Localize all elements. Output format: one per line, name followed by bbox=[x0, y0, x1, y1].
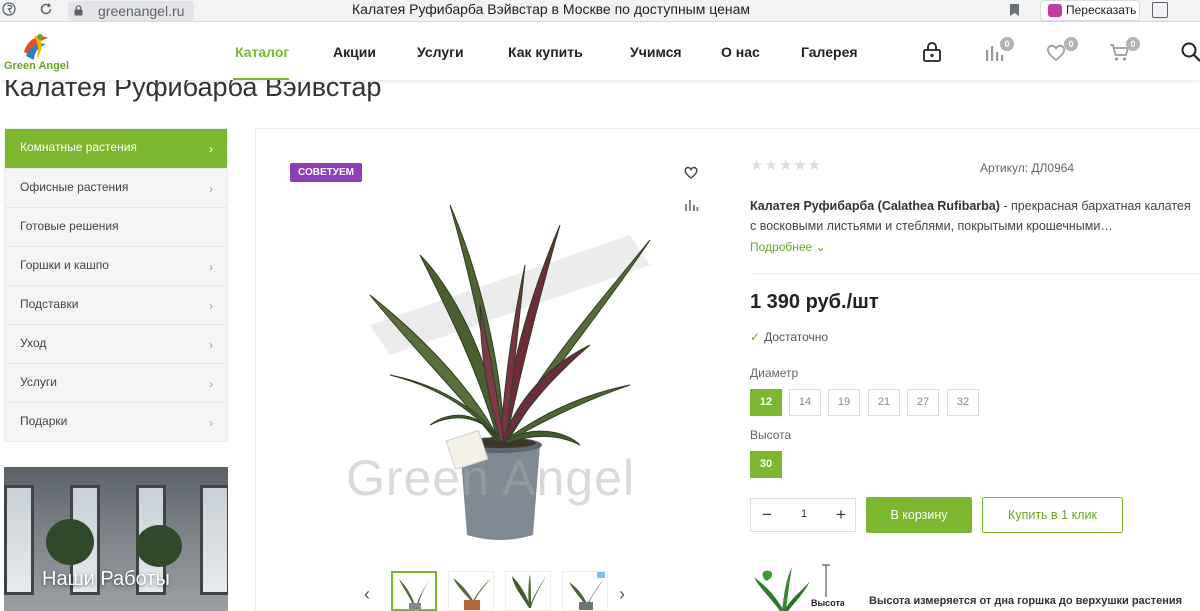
sidebar-item-label: Офисные растения bbox=[20, 180, 129, 194]
diameter-option-21[interactable]: 21 bbox=[868, 389, 900, 416]
check-icon: ✓ bbox=[750, 330, 761, 344]
sidebar-item-services[interactable]: Услуги › bbox=[5, 363, 227, 402]
add-to-cart-button[interactable]: В корзину bbox=[866, 497, 972, 533]
more-details-link[interactable]: Подробнее ⌄ bbox=[750, 240, 826, 254]
diameter-label: Диаметр bbox=[750, 366, 799, 380]
product-price: 1 390 руб./шт bbox=[750, 291, 879, 313]
chevron-right-icon: › bbox=[209, 338, 213, 352]
sidebar-item-label: Горшки и кашпо bbox=[20, 258, 109, 272]
thumbnail[interactable] bbox=[505, 571, 551, 611]
cart-count-badge: 0 bbox=[1126, 37, 1140, 51]
height-measure-note: Высота измеряется от дна горшка до верху… bbox=[869, 595, 1183, 607]
sidebar-item-label: Подставки bbox=[20, 297, 79, 311]
article-number: Артикул: ДЛ0964 bbox=[980, 161, 1075, 175]
logo-text: Green Angel bbox=[4, 60, 69, 72]
thumbnail-next-arrow[interactable]: › bbox=[619, 584, 625, 605]
our-works-label: Наши Работы bbox=[42, 568, 170, 590]
tab-title: Калатея Руфибарба Вэйвстар в Москве по д… bbox=[352, 1, 751, 17]
sidebar-item-label: Услуги bbox=[20, 375, 57, 389]
banner-photo-plant bbox=[136, 525, 182, 567]
watermark: Green Angel bbox=[346, 450, 635, 506]
banner-photo-window bbox=[4, 485, 34, 595]
lock-icon bbox=[74, 5, 83, 16]
sidebar-item-label: Комнатные растения bbox=[20, 140, 137, 154]
bookmark-icon[interactable] bbox=[1009, 3, 1020, 17]
chevron-right-icon: › bbox=[209, 142, 213, 156]
browser-toolbar: greenangel.ru Калатея Руфибарба Вэйвстар… bbox=[0, 0, 1200, 22]
quantity-stepper: − 1 + bbox=[750, 498, 856, 532]
divider bbox=[750, 273, 1200, 274]
height-label: Высота bbox=[750, 428, 792, 442]
retell-button[interactable]: Пересказать bbox=[1040, 0, 1140, 21]
chevron-right-icon: › bbox=[209, 260, 213, 274]
sidebar-item-label: Подарки bbox=[20, 414, 68, 428]
reload-icon[interactable] bbox=[37, 2, 55, 20]
sidebar-item-stands[interactable]: Подставки › bbox=[5, 285, 227, 324]
thumbnail[interactable] bbox=[562, 571, 608, 611]
thumbnail[interactable] bbox=[448, 571, 494, 611]
chevron-right-icon: › bbox=[209, 182, 213, 196]
search-icon[interactable] bbox=[1180, 41, 1200, 63]
address-bar[interactable]: greenangel.ru bbox=[68, 1, 194, 21]
nav-promotions[interactable]: Акции bbox=[333, 44, 376, 60]
product-description-bold: Калатея Руфибарба (Calathea Rufibarba) bbox=[750, 199, 1000, 213]
account-lock-icon[interactable] bbox=[921, 41, 943, 63]
nav-catalog[interactable]: Каталог bbox=[235, 44, 289, 60]
height-measure-image: Высота bbox=[752, 563, 844, 611]
site-header: Green Angel Каталог Акции Услуги Как куп… bbox=[0, 22, 1200, 80]
chevron-down-icon: ⌄ bbox=[815, 240, 826, 254]
product-description: Калатея Руфибарба (Calathea Rufibarba) -… bbox=[750, 197, 1200, 236]
sidebar-item-gifts[interactable]: Подарки › bbox=[5, 402, 227, 441]
more-details-label: Подробнее bbox=[750, 240, 813, 254]
rating-stars[interactable]: ★★★★★ bbox=[750, 156, 822, 174]
sidebar-item-office-plants[interactable]: Офисные растения › bbox=[5, 168, 227, 207]
sidebar-item-label: Готовые решения bbox=[20, 219, 119, 233]
buy-one-click-button[interactable]: Купить в 1 клик bbox=[982, 497, 1123, 533]
favorite-heart-icon[interactable] bbox=[683, 164, 699, 180]
compare-count-badge: 0 bbox=[1000, 37, 1014, 51]
nav-services[interactable]: Услуги bbox=[417, 44, 464, 60]
favorites-count-badge: 0 bbox=[1064, 37, 1078, 51]
diameter-option-14[interactable]: 14 bbox=[789, 389, 821, 416]
yandex-icon[interactable] bbox=[0, 2, 18, 20]
angel-logo-icon bbox=[24, 34, 48, 60]
nav-how-to-buy[interactable]: Как купить bbox=[508, 44, 583, 60]
sidebar-item-pots[interactable]: Горшки и кашпо › bbox=[5, 246, 227, 285]
diameter-option-27[interactable]: 27 bbox=[907, 389, 939, 416]
sidebar-item-ready-solutions[interactable]: Готовые решения bbox=[5, 207, 227, 246]
stock-status-label: Достаточно bbox=[764, 330, 829, 344]
retell-icon bbox=[1048, 4, 1062, 17]
sidebar-item-indoor-plants[interactable]: Комнатные растения › bbox=[5, 129, 227, 168]
banner-photo-window bbox=[200, 485, 228, 595]
our-works-banner[interactable]: Наши Работы bbox=[4, 467, 228, 611]
sidebar-item-label: Уход bbox=[20, 336, 47, 350]
qty-minus-button[interactable]: − bbox=[755, 504, 779, 526]
retell-label: Пересказать bbox=[1066, 3, 1137, 17]
extension-icon[interactable] bbox=[1152, 2, 1168, 18]
qty-input[interactable]: 1 bbox=[792, 508, 816, 520]
diameter-option-19[interactable]: 19 bbox=[828, 389, 860, 416]
sidebar-item-care[interactable]: Уход › bbox=[5, 324, 227, 363]
thumbnail-prev-arrow[interactable]: ‹ bbox=[364, 584, 370, 605]
chevron-right-icon: › bbox=[209, 416, 213, 430]
thumbnail[interactable] bbox=[391, 571, 437, 611]
height-image-label: Высота bbox=[811, 598, 844, 608]
banner-photo-plant bbox=[46, 519, 94, 565]
nav-about[interactable]: О нас bbox=[721, 44, 760, 60]
url-text: greenangel.ru bbox=[98, 3, 185, 19]
diameter-option-32[interactable]: 32 bbox=[947, 389, 979, 416]
chevron-right-icon: › bbox=[209, 377, 213, 391]
nav-gallery[interactable]: Галерея bbox=[801, 44, 858, 60]
nav-active-underline bbox=[233, 78, 289, 80]
diameter-option-12[interactable]: 12 bbox=[750, 389, 782, 416]
logo[interactable]: Green Angel bbox=[4, 30, 78, 76]
recommend-badge: СОВЕТУЕМ bbox=[290, 163, 362, 182]
catalog-sidebar: Комнатные растения › Офисные растения › … bbox=[4, 128, 228, 442]
compare-bars-icon[interactable] bbox=[683, 197, 699, 213]
stock-status: ✓ Достаточно bbox=[750, 330, 828, 344]
chevron-right-icon: › bbox=[209, 299, 213, 313]
nav-learning[interactable]: Учимся bbox=[630, 44, 682, 60]
qty-plus-button[interactable]: + bbox=[829, 504, 853, 526]
height-option-30[interactable]: 30 bbox=[750, 451, 782, 478]
